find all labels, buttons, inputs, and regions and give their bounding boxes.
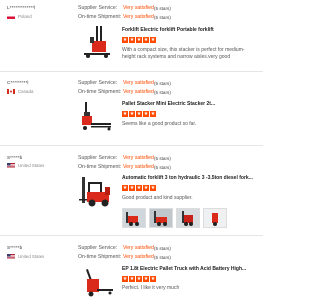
review-photo[interactable] — [203, 208, 227, 228]
review-stars: ★ ★ ★ ★ ★ — [122, 276, 156, 282]
supplier-service-label: Supplier Service: — [78, 245, 118, 251]
on-time-shipment-label: On-time Shipment: — [78, 89, 122, 95]
star-icon: ★ — [122, 185, 128, 191]
product-title-link[interactable]: Forklift Electric forklift Portable fork… — [122, 27, 214, 33]
reviewer-country: United States — [7, 254, 44, 259]
forklift-photo-icon — [123, 209, 145, 227]
supplier-rating: Very satisfied — [123, 5, 154, 11]
star-icon: ★ — [122, 276, 128, 282]
review-photo[interactable] — [149, 208, 173, 228]
review-text: Perfect. I like it very much — [122, 285, 180, 291]
forklift-photo-icon — [150, 209, 172, 227]
electric-stacker-image — [84, 26, 110, 58]
star-icon: ★ — [136, 185, 142, 191]
reviewer-name: S*****b — [7, 245, 23, 250]
star-icon: ★ — [143, 185, 149, 191]
review-stars: ★ ★ ★ ★ ★ — [122, 37, 156, 43]
us-flag-icon — [7, 163, 15, 168]
shipment-stars-count: (5 stars) — [154, 14, 171, 20]
supplier-service-label: Supplier Service: — [78, 80, 118, 86]
reviewer-name: S*****b — [7, 155, 23, 160]
on-time-shipment-label: On-time Shipment: — [78, 254, 122, 260]
product-title-link[interactable]: EP 1.8t Electric Pallet Truck with Acid … — [122, 266, 246, 272]
review-stars: ★ ★ ★ ★ ★ — [122, 111, 156, 117]
star-icon: ★ — [143, 276, 149, 282]
review-photo[interactable] — [176, 208, 200, 228]
on-time-shipment-label: On-time Shipment: — [78, 164, 122, 170]
shipment-rating: Very satisfied — [123, 89, 154, 95]
divider — [0, 145, 263, 146]
shipment-stars-count: (5 stars) — [154, 254, 171, 260]
star-icon: ★ — [150, 37, 156, 43]
star-icon: ★ — [143, 111, 149, 117]
divider — [0, 235, 263, 236]
star-icon: ★ — [129, 185, 135, 191]
star-icon: ★ — [122, 37, 128, 43]
product-image[interactable] — [79, 24, 115, 60]
supplier-stars-count: (5 stars) — [154, 80, 171, 86]
review-text: Seems like a good product so far. — [122, 121, 197, 127]
shipment-rating: Very satisfied — [123, 164, 154, 170]
country-name: Poland — [18, 14, 32, 19]
reviewer-country: Canada — [6, 88, 34, 95]
shipment-stars-count: (5 stars) — [154, 89, 171, 95]
supplier-rating: Very satisfied — [123, 245, 154, 251]
poland-flag-icon — [6, 13, 16, 19]
review-stars: ★ ★ ★ ★ ★ — [122, 185, 156, 191]
reviewer-name: C*********l — [7, 80, 29, 85]
canada-flag-icon — [6, 88, 16, 95]
star-icon: ★ — [150, 111, 156, 117]
star-icon: ★ — [129, 37, 135, 43]
star-icon: ★ — [136, 111, 142, 117]
product-image[interactable] — [79, 98, 115, 134]
supplier-rating: Very satisfied — [123, 155, 154, 161]
supplier-stars-count: (5 stars) — [154, 155, 171, 161]
review-photo-gallery — [122, 208, 227, 228]
shipment-rating: Very satisfied — [123, 254, 154, 260]
review-text: With a compact size, this stacker is per… — [122, 47, 245, 60]
divider — [0, 71, 263, 72]
on-time-shipment-label: On-time Shipment: — [78, 14, 122, 20]
star-icon: ★ — [136, 37, 142, 43]
product-title-link[interactable]: Automatic forklift 3 ton hydraulic 3 -3.… — [122, 175, 253, 181]
supplier-service-label: Supplier Service: — [78, 155, 118, 161]
supplier-rating: Very satisfied — [123, 80, 154, 86]
country-name: Canada — [18, 89, 34, 94]
forklift-photo-icon — [204, 209, 226, 227]
supplier-service-label: Supplier Service: — [78, 5, 118, 11]
star-icon: ★ — [150, 276, 156, 282]
star-icon: ★ — [143, 37, 149, 43]
shipment-stars-count: (5 stars) — [154, 164, 171, 170]
star-icon: ★ — [150, 185, 156, 191]
star-icon: ★ — [129, 111, 135, 117]
shipment-rating: Very satisfied — [123, 14, 154, 20]
star-icon: ★ — [136, 276, 142, 282]
pallet-stacker-image — [82, 102, 111, 131]
reviewer-country: Poland — [6, 13, 32, 19]
review-photo[interactable] — [122, 208, 146, 228]
reviewer-name: L*************l — [7, 5, 36, 10]
country-name: United States — [18, 254, 45, 259]
star-icon: ★ — [122, 111, 128, 117]
forklift-photo-icon — [177, 209, 199, 227]
supplier-stars-count: (5 stars) — [154, 5, 171, 11]
country-name: United States — [18, 163, 45, 168]
diesel-forklift-image — [79, 177, 110, 207]
electric-pallet-truck-image — [86, 269, 113, 297]
review-text: Good product and kind supplier. — [122, 195, 193, 201]
star-icon: ★ — [129, 276, 135, 282]
supplier-stars-count: (5 stars) — [154, 245, 171, 251]
us-flag-icon — [7, 254, 15, 259]
product-image[interactable] — [79, 263, 115, 299]
product-title-link[interactable]: Pallet Stacker Mini Electric Stacker 2t.… — [122, 101, 215, 107]
reviewer-country: United States — [7, 163, 44, 168]
product-image[interactable] — [79, 173, 115, 209]
